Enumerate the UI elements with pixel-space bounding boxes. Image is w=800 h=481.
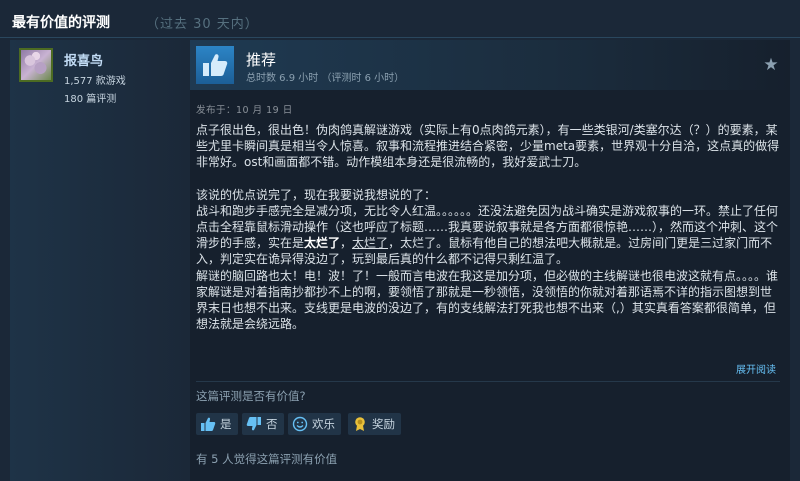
author-name[interactable]: 报喜鸟 bbox=[64, 50, 103, 69]
playtime-hours: 总时数 6.9 小时 （评测时 6 小时） bbox=[246, 73, 405, 84]
section-title: 最有价值的评测 bbox=[12, 15, 110, 31]
author-panel: 报喜鸟 1,577 款游戏 180 篇评测 bbox=[10, 40, 190, 481]
expand-review-link[interactable]: 展开阅读 bbox=[736, 361, 776, 376]
review-paragraph: 解谜的脑回路也太！电！波！了！一般而言电波在我这是加分项，但必做的主线解谜也很电… bbox=[196, 268, 779, 332]
award-icon bbox=[352, 416, 368, 432]
helpful-question: 这篇评测是否有价值? bbox=[196, 389, 306, 403]
award-button[interactable]: 奖励 bbox=[348, 413, 401, 435]
posted-date: 发布于：10 月 19 日 bbox=[196, 105, 293, 116]
review-paragraph: 战斗和跑步手感完全是减分项，无比令人红温。。。。。。还没法避免因为战斗确实是游戏… bbox=[196, 203, 780, 268]
thumbs-down-icon bbox=[246, 416, 262, 432]
divider bbox=[196, 381, 780, 382]
vote-funny-button[interactable]: 欢乐 bbox=[288, 413, 341, 435]
vote-funny-label: 欢乐 bbox=[312, 417, 335, 431]
review-paragraph: 点子很出色，很出色！伪肉鸽真解谜游戏（实际上有0点肉鸽元素），有一些类银河/类塞… bbox=[196, 123, 780, 170]
thumbs-up-icon bbox=[196, 46, 234, 84]
author-games-count[interactable]: 1,577 款游戏 bbox=[64, 72, 126, 87]
recommendation-label: 推荐 bbox=[246, 51, 277, 69]
content-fade bbox=[196, 353, 780, 381]
author-reviews-count[interactable]: 180 篇评测 bbox=[64, 90, 116, 105]
review-paragraph: 该说的优点说完了，现在我要说我想说的了： bbox=[196, 187, 437, 202]
section-subtitle: （过去 30 天内） bbox=[146, 17, 259, 32]
review-panel: 推荐 总时数 6.9 小时 （评测时 6 小时） ★ 发布于：10 月 19 日… bbox=[190, 40, 790, 481]
author-avatar[interactable] bbox=[19, 48, 53, 82]
review-text: ， bbox=[340, 236, 353, 251]
smile-icon bbox=[292, 416, 308, 432]
review-bold-text: 太烂了 bbox=[304, 236, 341, 251]
recommendation-bar[interactable]: 推荐 总时数 6.9 小时 （评测时 6 小时） ★ bbox=[190, 40, 790, 90]
review-content: 点子很出色，很出色！伪肉鸽真解谜游戏（实际上有0点肉鸽元素），有一些类银河/类塞… bbox=[196, 122, 780, 381]
award-label: 奖励 bbox=[372, 417, 395, 431]
star-icon[interactable]: ★ bbox=[762, 56, 780, 74]
review-underline-text: 太烂了 bbox=[352, 236, 389, 251]
vote-no-button[interactable]: 否 bbox=[242, 413, 284, 435]
vote-yes-button[interactable]: 是 bbox=[196, 413, 238, 435]
section-header: 最有价值的评测 （过去 30 天内） bbox=[0, 0, 800, 38]
helpful-count: 有 5 人觉得这篇评测有价值 bbox=[196, 452, 338, 466]
thumbs-up-icon bbox=[200, 416, 216, 432]
vote-yes-label: 是 bbox=[220, 417, 232, 431]
vote-no-label: 否 bbox=[266, 417, 278, 431]
